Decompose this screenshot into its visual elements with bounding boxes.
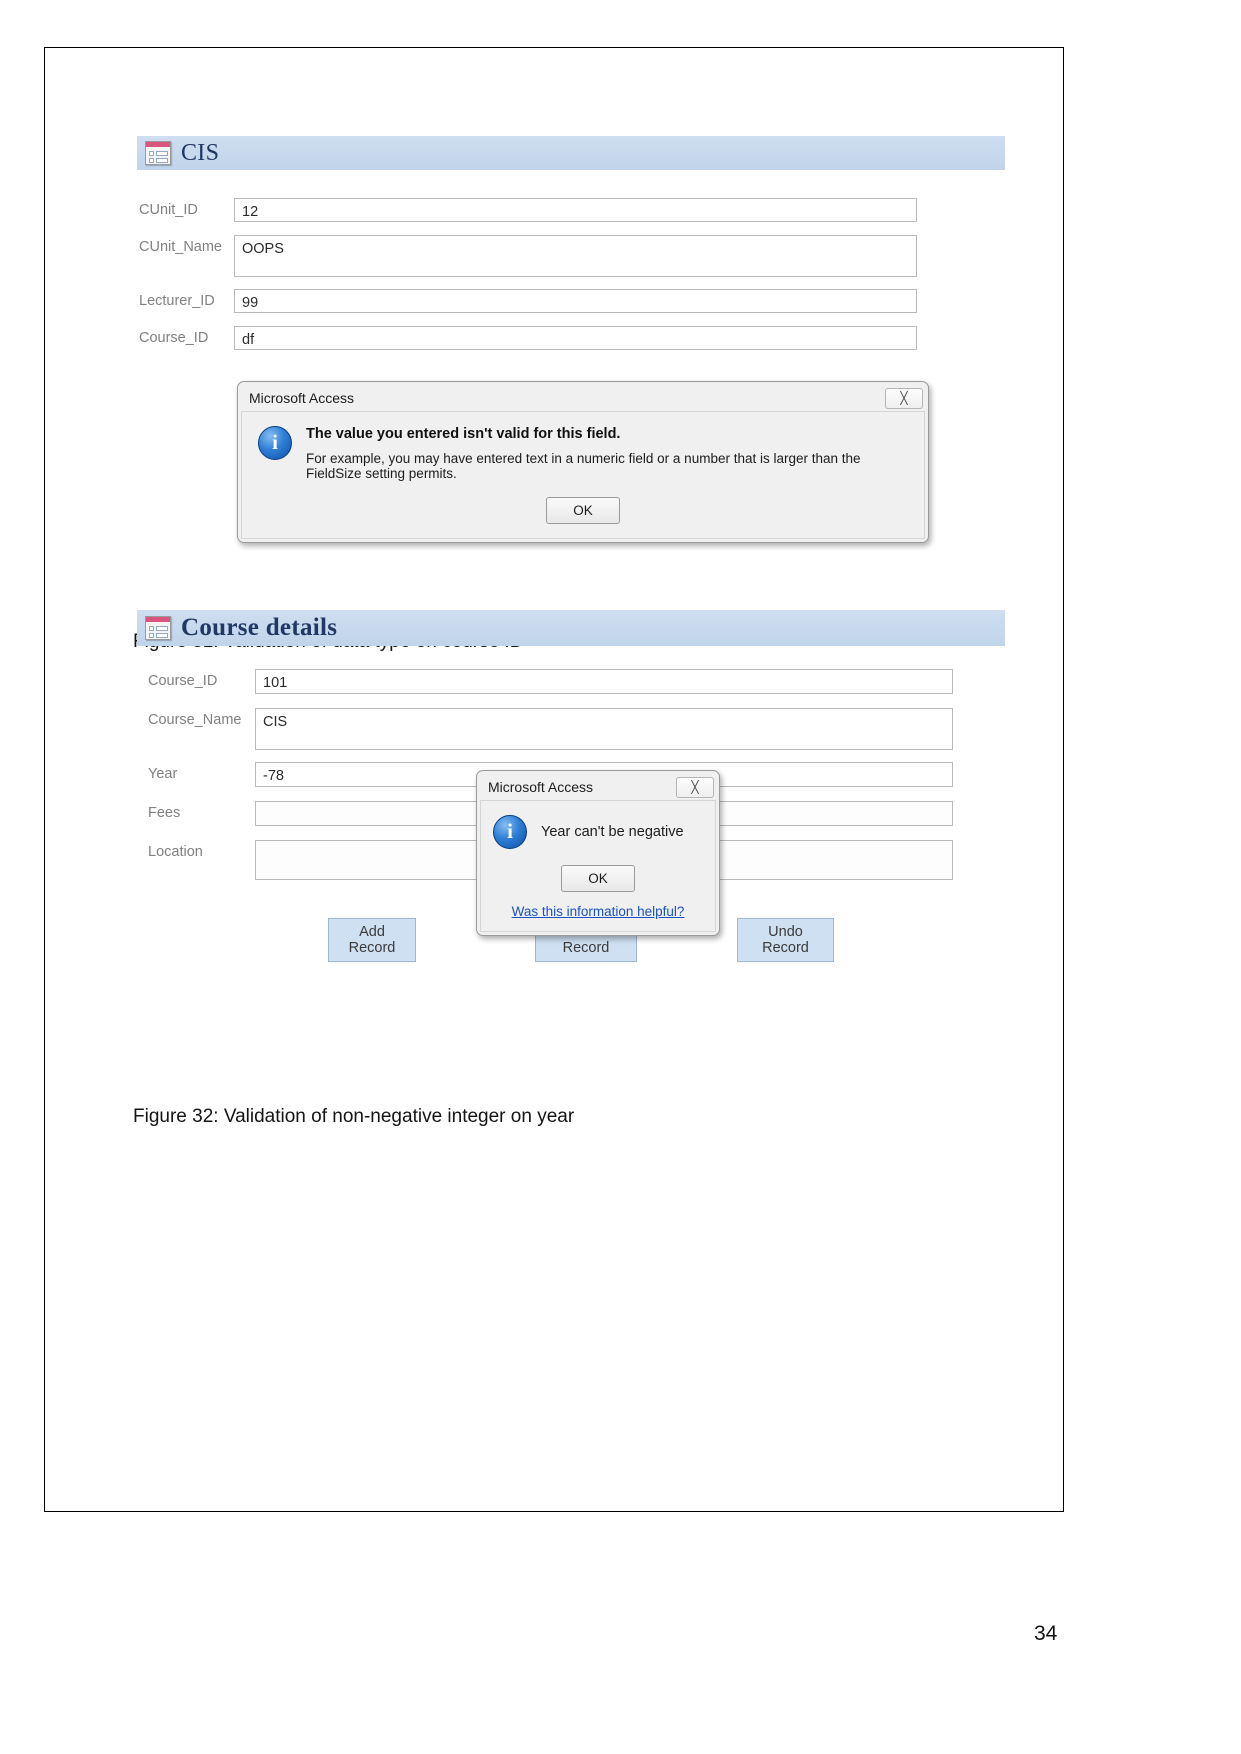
ok-button[interactable]: OK: [561, 865, 635, 892]
field-label-lecturer-id: Lecturer_ID: [139, 293, 215, 309]
dialog-body: The value you entered isn't valid for th…: [241, 411, 925, 539]
form-title-course-details: Course details: [181, 614, 338, 641]
access-year-negative-dialog: Microsoft Access ╳ Year can't be negativ…: [476, 770, 720, 936]
access-form-cis: CIS: [137, 136, 1005, 170]
field-row-course-id: Course_ID df: [139, 326, 919, 350]
add-record-button[interactable]: Add Record: [328, 918, 416, 962]
field-row-lecturer-id: Lecturer_ID 99: [139, 289, 919, 313]
form-header-course-details: Course details: [137, 610, 1005, 646]
access-form-icon: [145, 141, 171, 165]
field-input-cunit-id[interactable]: 12: [234, 198, 917, 222]
field-row-course-name: Course_Name CIS: [148, 708, 953, 750]
dialog-title: Microsoft Access: [488, 779, 594, 795]
field-input-course-id-2[interactable]: 101: [255, 669, 953, 694]
field-row-cunit-name: CUnit_Name OOPS: [139, 235, 919, 277]
form-header-cis: CIS: [137, 136, 1005, 170]
close-icon[interactable]: ╳: [676, 776, 714, 798]
info-icon: [258, 426, 292, 460]
dialog-titlebar: Microsoft Access ╳: [480, 774, 716, 800]
access-form-course-details: Course details: [137, 610, 1005, 646]
ok-button[interactable]: OK: [546, 497, 620, 524]
document-page: CIS CUnit_ID 12 CUnit_Name OOPS Lecturer…: [0, 0, 1241, 1754]
dialog-heading: The value you entered isn't valid for th…: [306, 426, 621, 442]
close-icon[interactable]: ╳: [885, 387, 923, 409]
undo-record-button[interactable]: Undo Record: [737, 918, 834, 962]
form-title-cis: CIS: [181, 139, 220, 166]
help-link[interactable]: Was this information helpful?: [493, 904, 703, 919]
field-label-course-name: Course_Name: [148, 712, 242, 728]
dialog-message: For example, you may have entered text i…: [306, 451, 861, 481]
field-row-course-id-2: Course_ID 101: [148, 669, 953, 694]
field-label-course-id: Course_ID: [139, 330, 209, 346]
field-label-fees: Fees: [148, 805, 181, 821]
field-label-year: Year: [148, 766, 178, 782]
field-input-course-id[interactable]: df: [234, 326, 917, 350]
field-input-course-name[interactable]: CIS: [255, 708, 953, 750]
field-label-cunit-name: CUnit_Name: [139, 239, 222, 255]
dialog-titlebar: Microsoft Access ╳: [241, 385, 925, 411]
field-label-location: Location: [148, 844, 203, 860]
field-label-course-id-2: Course_ID: [148, 673, 218, 689]
access-form-icon: [145, 616, 171, 640]
field-label-cunit-id: CUnit_ID: [139, 202, 198, 218]
info-icon: [493, 815, 527, 849]
access-validation-dialog: Microsoft Access ╳ The value you entered…: [237, 381, 929, 543]
dialog-body: Year can't be negative OK Was this infor…: [480, 800, 716, 932]
dialog-title: Microsoft Access: [249, 390, 355, 406]
figure-caption-32: Figure 32: Validation of non-negative in…: [133, 1106, 575, 1127]
field-input-lecturer-id[interactable]: 99: [234, 289, 917, 313]
field-row-cunit-id: CUnit_ID 12: [139, 198, 919, 222]
field-input-cunit-name[interactable]: OOPS: [234, 235, 917, 277]
dialog-message: Year can't be negative: [541, 824, 684, 840]
page-number: 34: [1034, 1622, 1058, 1645]
